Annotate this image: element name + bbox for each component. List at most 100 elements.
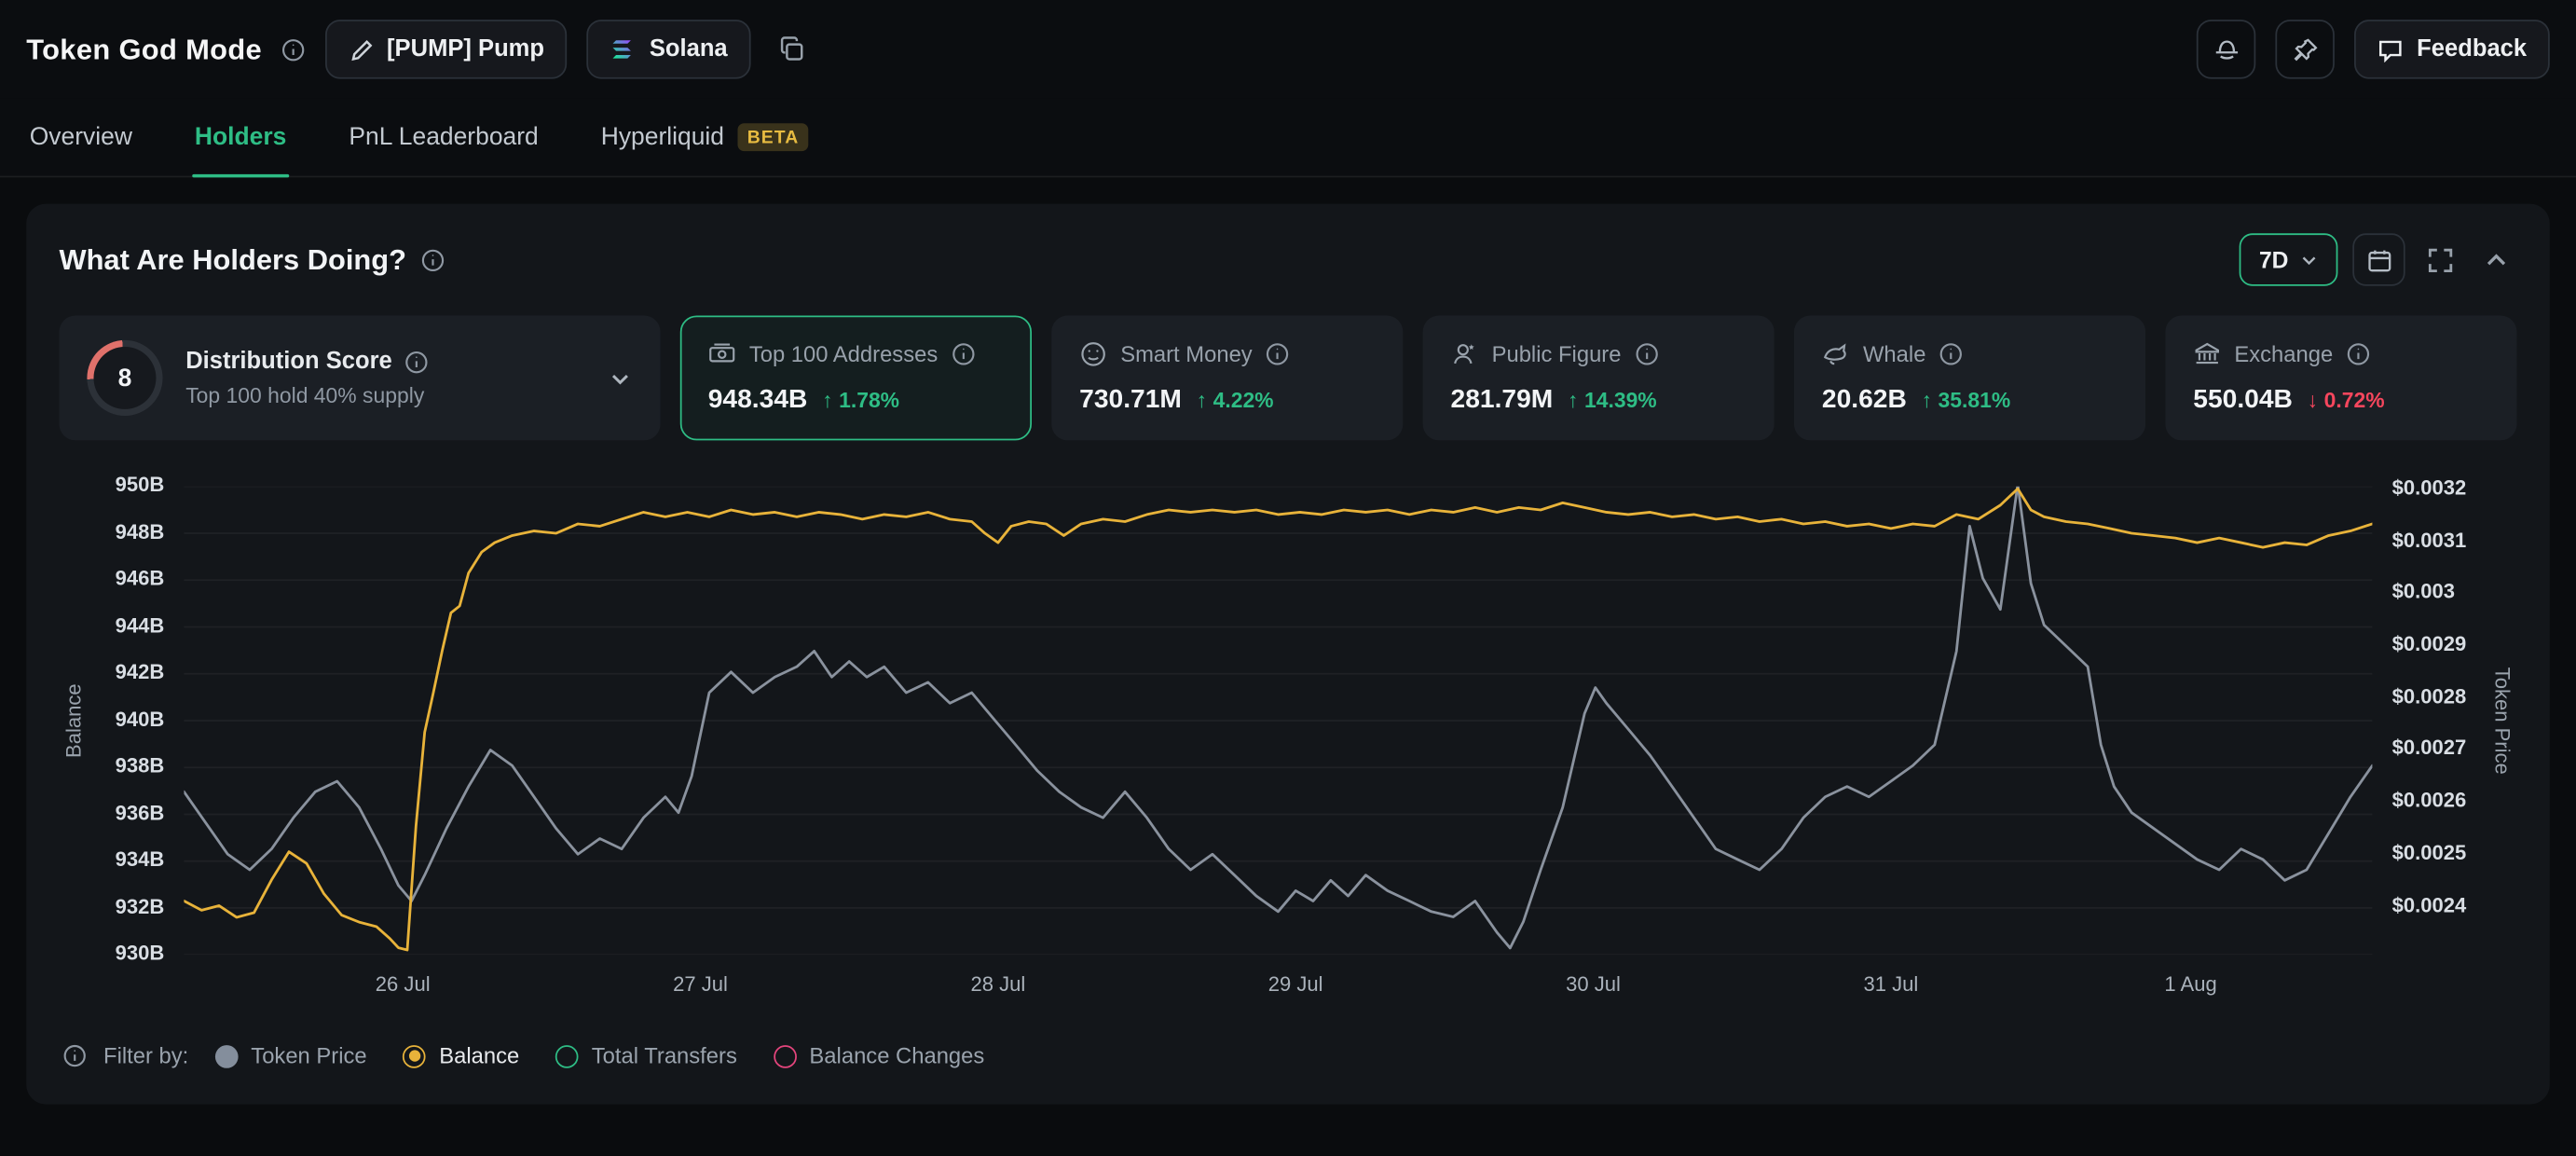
chart-canvas bbox=[184, 487, 2372, 955]
left-tick-label: 944B bbox=[116, 613, 165, 637]
top100-value: 948.34B bbox=[708, 386, 808, 416]
info-icon[interactable] bbox=[2346, 342, 2370, 366]
token-selector-label: [PUMP] Pump bbox=[387, 36, 544, 62]
banknote-icon bbox=[708, 340, 736, 368]
filter-option-label: Balance bbox=[439, 1043, 519, 1067]
feedback-label: Feedback bbox=[2417, 36, 2527, 62]
exchange-value: 550.04B bbox=[2193, 386, 2293, 416]
filter-option-label: Token Price bbox=[251, 1043, 366, 1067]
info-icon[interactable] bbox=[281, 37, 306, 62]
distribution-score-label: Distribution Score bbox=[185, 349, 392, 375]
x-tick-label: 26 Jul bbox=[376, 973, 431, 997]
exchange-card[interactable]: Exchange 550.04B ↓ 0.72% bbox=[2165, 315, 2516, 440]
whale-value: 20.62B bbox=[1822, 386, 1907, 416]
chevron-down-icon bbox=[2300, 251, 2318, 268]
public-figure-change: ↑ 14.39% bbox=[1568, 388, 1657, 412]
x-tick-label: 1 Aug bbox=[2164, 973, 2216, 997]
left-tick-label: 932B bbox=[116, 895, 165, 918]
filter-option-balance[interactable]: Balance bbox=[403, 1043, 519, 1067]
solana-icon bbox=[610, 36, 637, 62]
distribution-score-ring: 8 bbox=[87, 340, 162, 416]
top100-addresses-card[interactable]: Top 100 Addresses 948.34B ↑ 1.78% bbox=[680, 315, 1032, 440]
edit-icon bbox=[349, 37, 374, 62]
info-icon[interactable] bbox=[1266, 342, 1290, 366]
holder-category-cards: 8 Distribution Score Top 100 hold 40% su… bbox=[59, 315, 2516, 440]
right-tick-label: $0.0028 bbox=[2392, 685, 2467, 709]
tab-holders[interactable]: Holders bbox=[191, 99, 290, 176]
left-tick-label: 938B bbox=[116, 754, 165, 778]
info-icon[interactable] bbox=[1939, 342, 1964, 366]
date-range-button[interactable]: 7D bbox=[2240, 233, 2338, 285]
info-icon[interactable] bbox=[1635, 342, 1659, 366]
smart-money-label: Smart Money bbox=[1120, 342, 1253, 366]
chevron-down-icon[interactable] bbox=[608, 365, 632, 390]
collapse-button[interactable] bbox=[2475, 239, 2516, 280]
info-icon[interactable] bbox=[62, 1043, 87, 1067]
x-tick-label: 30 Jul bbox=[1566, 973, 1621, 997]
left-tick-label: 936B bbox=[116, 801, 165, 824]
filter-option-balance-changes[interactable]: Balance Changes bbox=[774, 1043, 985, 1067]
left-tick-label: 930B bbox=[116, 942, 165, 965]
whale-label: Whale bbox=[1863, 342, 1925, 366]
tab-pnl-leaderboard[interactable]: PnL Leaderboard bbox=[346, 99, 541, 176]
filter-by-label: Filter by: bbox=[103, 1043, 188, 1067]
info-icon[interactable] bbox=[421, 247, 445, 271]
beta-badge: BETA bbox=[737, 123, 809, 151]
left-tick-label: 934B bbox=[116, 848, 165, 872]
bank-icon bbox=[2193, 340, 2221, 368]
left-tick-label: 948B bbox=[116, 520, 165, 544]
x-tick-label: 28 Jul bbox=[970, 973, 1025, 997]
smart-money-change: ↑ 4.22% bbox=[1197, 388, 1274, 412]
right-tick-label: $0.0029 bbox=[2392, 633, 2467, 656]
watchlist-button[interactable] bbox=[2197, 20, 2255, 78]
left-tick-label: 950B bbox=[116, 474, 165, 497]
right-axis-labels: $0.0032$0.0031$0.003$0.0029$0.0028$0.002… bbox=[2372, 487, 2487, 955]
distribution-score-card[interactable]: 8 Distribution Score Top 100 hold 40% su… bbox=[59, 315, 660, 440]
left-axis-title: Balance bbox=[59, 487, 89, 955]
left-tick-label: 940B bbox=[116, 708, 165, 731]
public-figure-label: Public Figure bbox=[1492, 342, 1622, 366]
right-tick-label: $0.0024 bbox=[2392, 893, 2467, 916]
exchange-label: Exchange bbox=[2234, 342, 2333, 366]
whale-card[interactable]: Whale 20.62B ↑ 35.81% bbox=[1794, 315, 2145, 440]
right-tick-label: $0.003 bbox=[2392, 581, 2455, 604]
left-tick-label: 946B bbox=[116, 567, 165, 590]
token-selector-button[interactable]: [PUMP] Pump bbox=[326, 20, 568, 78]
chart-plot-area[interactable]: 26 Jul27 Jul28 Jul29 Jul30 Jul31 Jul1 Au… bbox=[184, 487, 2372, 955]
info-icon[interactable] bbox=[404, 350, 428, 374]
x-tick-label: 29 Jul bbox=[1268, 973, 1323, 997]
series-balance bbox=[184, 489, 2372, 950]
calendar-button[interactable] bbox=[2352, 233, 2405, 285]
public-figure-card[interactable]: Public Figure 281.79M ↑ 14.39% bbox=[1423, 315, 1774, 440]
public-figure-value: 281.79M bbox=[1451, 386, 1554, 416]
filter-option-token-price[interactable]: Token Price bbox=[215, 1043, 367, 1067]
feedback-button[interactable]: Feedback bbox=[2354, 20, 2550, 78]
x-axis-labels: 26 Jul27 Jul28 Jul29 Jul30 Jul31 Jul1 Au… bbox=[184, 955, 2372, 1011]
smart-money-value: 730.71M bbox=[1079, 386, 1182, 416]
chain-selector-button[interactable]: Solana bbox=[587, 20, 750, 78]
filter-option-label: Balance Changes bbox=[809, 1043, 984, 1067]
filter-option-total-transfers[interactable]: Total Transfers bbox=[555, 1043, 737, 1067]
copy-button[interactable] bbox=[770, 28, 813, 71]
chevron-up-icon bbox=[2483, 246, 2511, 274]
expand-button[interactable] bbox=[2420, 239, 2461, 280]
smart-money-card[interactable]: Smart Money 730.71M ↑ 4.22% bbox=[1051, 315, 1403, 440]
pin-button[interactable] bbox=[2276, 20, 2335, 78]
filter-options: Token Price Balance Total Transfers Balance… bbox=[215, 1043, 985, 1067]
tab-hyperliquid[interactable]: Hyperliquid BETA bbox=[597, 99, 812, 176]
info-icon[interactable] bbox=[951, 342, 975, 366]
x-tick-label: 31 Jul bbox=[1863, 973, 1918, 997]
radio-icon[interactable] bbox=[403, 1044, 426, 1067]
whale-change: ↑ 35.81% bbox=[1922, 388, 2011, 412]
tab-bar: Overview Holders PnL Leaderboard Hyperli… bbox=[0, 99, 2576, 178]
exchange-change: ↓ 0.72% bbox=[2308, 388, 2385, 412]
holders-chart: Balance 950B948B946B944B942B940B938B936B… bbox=[59, 487, 2516, 955]
radio-icon[interactable] bbox=[555, 1044, 579, 1067]
tab-overview[interactable]: Overview bbox=[26, 99, 135, 176]
chat-bubble-icon bbox=[2377, 36, 2404, 62]
panel-header: What Are Holders Doing? 7D bbox=[59, 233, 2516, 285]
page-header: Token God Mode [PUMP] Pump Solana bbox=[0, 0, 2576, 99]
radio-icon[interactable] bbox=[215, 1044, 239, 1067]
radio-icon[interactable] bbox=[774, 1044, 797, 1067]
right-tick-label: $0.0026 bbox=[2392, 789, 2467, 812]
